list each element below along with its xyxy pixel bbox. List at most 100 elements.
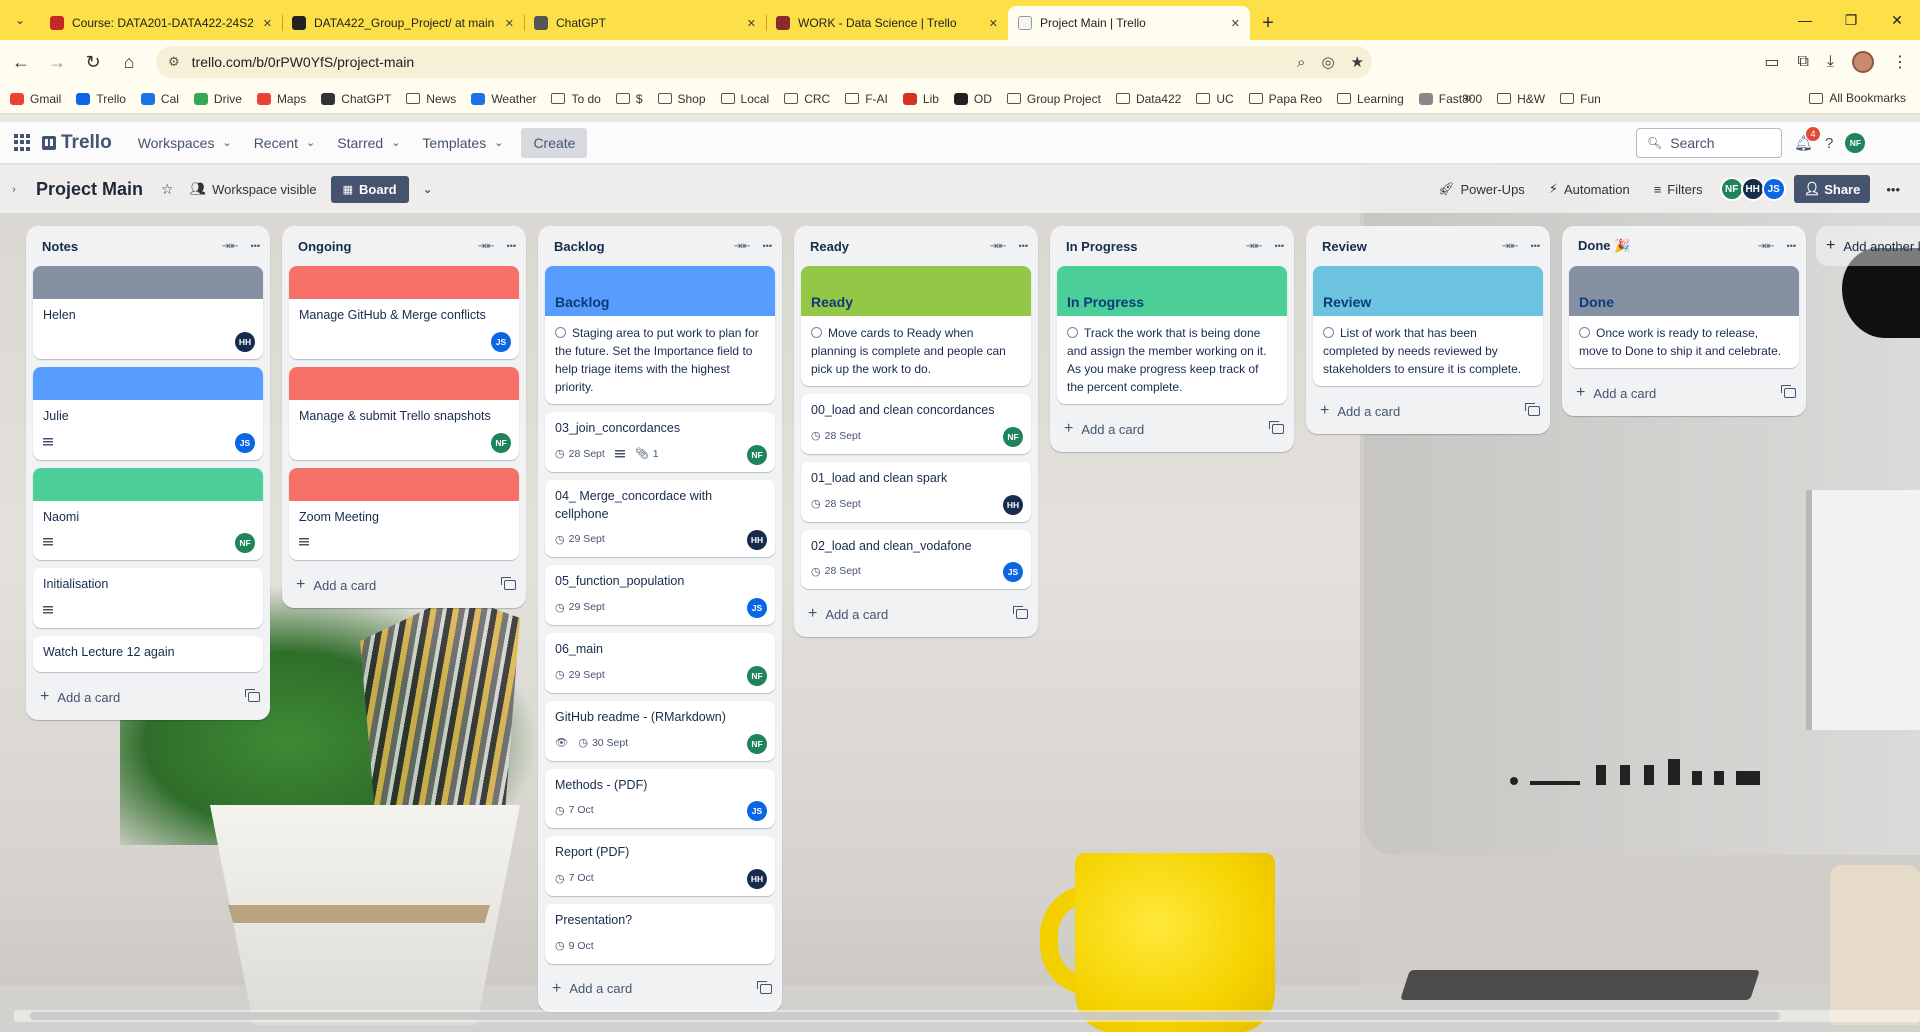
card-member-avatar[interactable]: JS: [235, 432, 255, 453]
bookmarks-overflow-icon[interactable]: »: [1464, 89, 1472, 105]
home-icon[interactable]: ⌂: [114, 47, 144, 77]
bookmark-item[interactable]: $: [615, 92, 643, 106]
add-card-button[interactable]: + Add a card: [1306, 394, 1550, 428]
member-avatar[interactable]: JS: [1761, 177, 1786, 201]
help-icon[interactable]: ?: [1825, 135, 1833, 152]
search-input[interactable]: 🔍︎ Search: [1636, 128, 1782, 158]
restore-icon[interactable]: ❐: [1828, 0, 1874, 40]
browser-tab[interactable]: DATA422_Group_Project/ at main ✕: [282, 6, 524, 40]
extensions-icon[interactable]: ⧉: [1797, 53, 1808, 71]
card-member-avatar[interactable]: NF: [491, 432, 511, 453]
tab-search-icon[interactable]: ⌄: [0, 0, 40, 40]
card[interactable]: Julie JS: [33, 366, 263, 460]
notifications-bell-icon[interactable]: 🔔︎ 4: [1794, 127, 1821, 152]
list-title[interactable]: Ready: [810, 239, 978, 254]
minimize-icon[interactable]: —: [1782, 0, 1828, 40]
list-menu-icon[interactable]: •••: [1019, 241, 1028, 251]
list-title[interactable]: Done 🎉: [1578, 238, 1746, 254]
create-from-template-icon[interactable]: [1013, 606, 1028, 620]
card[interactable]: Zoom Meeting: [289, 467, 519, 561]
card[interactable]: Manage & submit Trello snapshots NF: [289, 366, 519, 460]
expand-sidebar-icon[interactable]: ›: [6, 177, 22, 201]
checkbox-icon[interactable]: [1323, 327, 1334, 338]
tab-close-icon[interactable]: ✕: [747, 17, 756, 30]
card[interactable]: 05_function_population ◷ 29 Sept JS: [545, 565, 775, 625]
bookmark-item[interactable]: Cal: [140, 92, 179, 106]
collapse-list-icon[interactable]: ⇥⇤: [222, 241, 239, 252]
card[interactable]: Presentation? ◷ 9 Oct: [545, 904, 775, 964]
browser-tab[interactable]: ChatGPT ✕: [524, 6, 766, 40]
tab-close-icon[interactable]: ✕: [1231, 17, 1240, 30]
card-member-avatar[interactable]: NF: [1003, 426, 1023, 447]
card[interactable]: Backlog Staging area to put work to plan …: [545, 266, 775, 404]
card-member-avatar[interactable]: JS: [747, 598, 767, 618]
card[interactable]: In Progress Track the work that is being …: [1057, 266, 1287, 404]
card[interactable]: Ready Move cards to Ready when planning i…: [801, 266, 1031, 386]
list-menu-icon[interactable]: •••: [1275, 241, 1284, 251]
automation-button[interactable]: ⚡︎ Automation: [1541, 181, 1638, 197]
scrollbar-thumb[interactable]: [30, 1012, 1780, 1020]
filters-button[interactable]: ≡ Filters: [1646, 182, 1711, 197]
card[interactable]: Watch Lecture 12 again: [33, 636, 263, 672]
card-member-avatar[interactable]: HH: [235, 331, 255, 352]
add-card-button[interactable]: + Add a card: [26, 680, 270, 714]
trello-logo[interactable]: Trello: [42, 132, 112, 154]
tab-groups-icon[interactable]: ▭: [1764, 52, 1779, 72]
create-button[interactable]: Create: [521, 127, 588, 158]
card[interactable]: Report (PDF) ◷ 7 Oct HH: [545, 836, 775, 896]
browser-menu-icon[interactable]: ⋮: [1892, 52, 1908, 72]
card[interactable]: 00_load and clean concordances ◷ 28 Sept NF: [801, 394, 1031, 454]
visibility-button[interactable]: 👥︎ Workspace visible: [190, 181, 317, 197]
browser-tab[interactable]: Project Main | Trello ✕: [1008, 6, 1250, 40]
bookmark-item[interactable]: Fun: [1560, 92, 1601, 106]
card[interactable]: Review List of work that has been complet…: [1313, 266, 1543, 386]
zoom-icon[interactable]: ⌕: [1297, 54, 1305, 71]
list-title[interactable]: Notes: [42, 239, 210, 254]
card[interactable]: Manage GitHub & Merge conflicts JS: [289, 266, 519, 359]
add-card-button[interactable]: + Add a card: [1562, 376, 1806, 410]
bookmark-item[interactable]: Lib: [902, 92, 939, 106]
bookmark-item[interactable]: Shop: [657, 92, 706, 106]
downloads-icon[interactable]: ⤓: [1827, 53, 1834, 71]
star-board-icon[interactable]: ☆: [161, 181, 174, 198]
tab-close-icon[interactable]: ✕: [505, 17, 514, 30]
bookmark-item[interactable]: OD: [953, 92, 992, 106]
bookmark-item[interactable]: H&W: [1497, 92, 1545, 106]
bookmark-item[interactable]: Group Project: [1006, 92, 1101, 106]
add-card-button[interactable]: + Add a card: [282, 568, 526, 602]
all-bookmarks[interactable]: All Bookmarks: [1809, 91, 1906, 105]
bookmark-item[interactable]: UC: [1196, 92, 1234, 106]
bookmark-item[interactable]: Fast800: [1418, 92, 1482, 106]
list-menu-icon[interactable]: •••: [1531, 241, 1540, 251]
card[interactable]: Done Once work is ready to release, move …: [1569, 266, 1799, 368]
checkbox-icon[interactable]: [1579, 327, 1590, 338]
bookmark-item[interactable]: Weather: [471, 92, 536, 106]
bookmark-item[interactable]: Trello: [76, 92, 126, 106]
card[interactable]: 01_load and clean spark ◷ 28 Sept HH: [801, 461, 1031, 522]
bookmark-item[interactable]: CRC: [784, 92, 830, 106]
card-member-avatar[interactable]: NF: [747, 665, 767, 686]
collapse-list-icon[interactable]: ⇥⇤: [478, 241, 495, 252]
create-from-template-icon[interactable]: [1525, 403, 1540, 416]
card[interactable]: Methods - (PDF) ◷ 7 Oct JS: [545, 768, 775, 829]
list-title[interactable]: Backlog: [554, 239, 722, 254]
bookmark-item[interactable]: Papa Reo: [1248, 92, 1322, 106]
collapse-list-icon[interactable]: ⇥⇤: [734, 241, 751, 252]
card-member-avatar[interactable]: HH: [747, 869, 767, 889]
nav-starred[interactable]: Starred ⌄: [327, 129, 410, 157]
browser-tab[interactable]: Course: DATA201-DATA422-24S2 ✕: [40, 6, 282, 40]
browser-tab[interactable]: WORK - Data Science | Trello ✕: [766, 6, 1008, 40]
create-from-template-icon[interactable]: [1269, 421, 1284, 434]
add-list-button[interactable]: + Add another list: [1816, 226, 1920, 266]
app-switcher-icon[interactable]: [14, 133, 32, 152]
board-view-button[interactable]: ▦ Board: [330, 175, 409, 203]
bookmark-item[interactable]: Gmail: [10, 92, 61, 106]
add-card-button[interactable]: + Add a card: [794, 597, 1038, 631]
create-from-template-icon[interactable]: [245, 689, 260, 702]
list-menu-icon[interactable]: •••: [1787, 241, 1796, 251]
collapse-list-icon[interactable]: ⇥⇤: [1758, 241, 1775, 252]
share-button[interactable]: 👤︎ Share: [1793, 175, 1871, 203]
bookmark-item[interactable]: News: [406, 92, 456, 106]
account-avatar[interactable]: NF: [1845, 133, 1866, 153]
card[interactable]: Initialisation: [33, 568, 263, 628]
